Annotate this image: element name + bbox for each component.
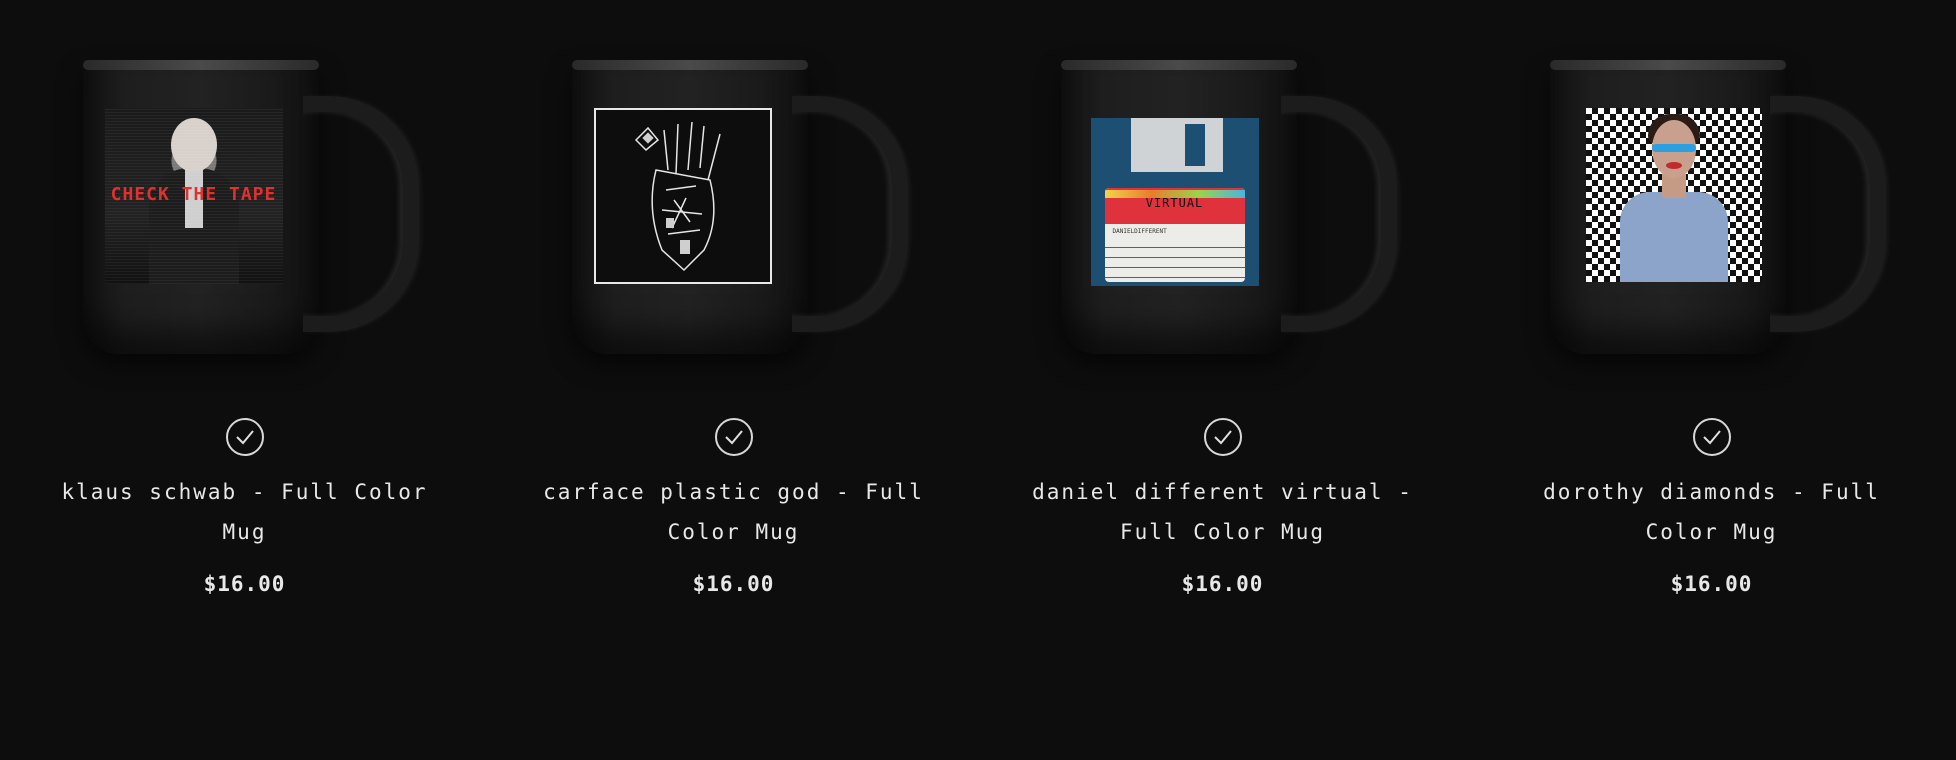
floppy-label: VIRTUAL DANIELDIFFERENT [1104, 188, 1245, 282]
artwork-jacket [1619, 192, 1728, 282]
artwork-collage [634, 121, 721, 272]
product-image-mug[interactable]: CHECK THE TAPE [65, 60, 419, 360]
floppy-shutter [1130, 118, 1223, 172]
product-title[interactable]: dorothy diamonds - Full Color Mug [1502, 472, 1922, 552]
mug-artwork: CHECK THE TAPE [104, 108, 283, 284]
floppy-label-subtitle: DANIELDIFFERENT [1112, 228, 1167, 235]
mug-rim [571, 60, 808, 70]
product-image-mug[interactable] [1532, 60, 1886, 360]
floppy-slot [1184, 124, 1205, 166]
product-title[interactable]: carface plastic god - Full Color Mug [524, 472, 944, 552]
mug-artwork [593, 108, 772, 284]
product-price: $16.00 [203, 572, 286, 596]
artwork-lips [1665, 162, 1682, 169]
mug-rim [1060, 60, 1297, 70]
product-image-mug[interactable]: VIRTUAL DANIELDIFFERENT [1043, 60, 1397, 360]
product-price: $16.00 [692, 572, 775, 596]
product-card-daniel-different-virtual[interactable]: VIRTUAL DANIELDIFFERENT daniel different… [978, 0, 1467, 760]
product-card-carface-plastic-god[interactable]: carface plastic god - Full Color Mug $16… [489, 0, 978, 760]
product-grid: CHECK THE TAPE klaus schwab - Full Color… [0, 0, 1956, 760]
mug-artwork-floppy-disk: VIRTUAL DANIELDIFFERENT [1090, 118, 1259, 286]
mug-handle [791, 96, 908, 332]
product-image-mug[interactable] [554, 60, 908, 360]
product-title[interactable]: daniel different virtual - Full Color Mu… [1013, 472, 1433, 552]
check-circle-icon[interactable] [1692, 418, 1731, 456]
mug-artwork-checkered-portrait [1585, 108, 1762, 282]
mug-rim [1549, 60, 1786, 70]
mug-handle [302, 96, 419, 332]
product-title[interactable]: klaus schwab - Full Color Mug [35, 472, 455, 552]
mug-handle [1280, 96, 1397, 332]
check-circle-icon[interactable] [1203, 418, 1242, 456]
floppy-label-lines [1104, 238, 1245, 282]
product-price: $16.00 [1181, 572, 1264, 596]
check-circle-icon[interactable] [225, 418, 264, 456]
product-card-klaus-schwab[interactable]: CHECK THE TAPE klaus schwab - Full Color… [0, 0, 489, 760]
mug-handle [1769, 96, 1886, 332]
floppy-label-title: VIRTUAL [1145, 196, 1204, 210]
product-card-dorothy-diamonds[interactable]: dorothy diamonds - Full Color Mug $16.00 [1467, 0, 1956, 760]
product-price: $16.00 [1670, 572, 1753, 596]
mug-rim [82, 60, 319, 70]
check-circle-icon[interactable] [714, 418, 753, 456]
artwork-caption: CHECK THE TAPE [110, 184, 277, 205]
artwork-eyes [1651, 144, 1696, 152]
